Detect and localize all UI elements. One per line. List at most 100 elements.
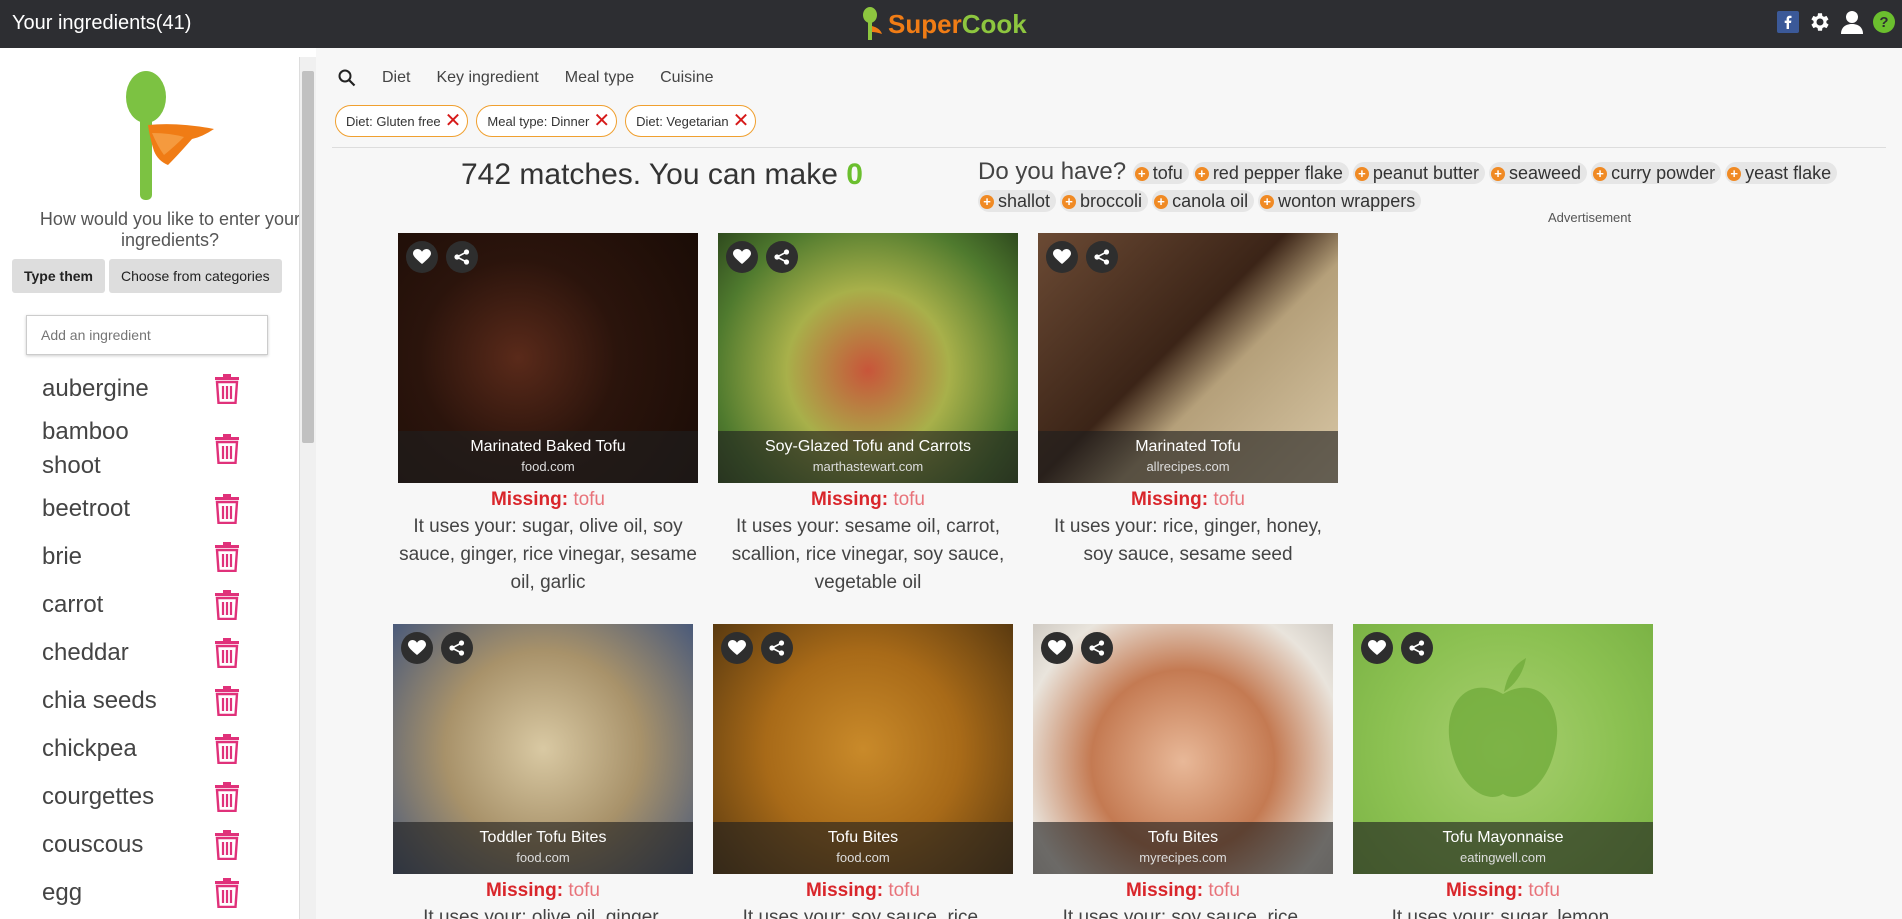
facebook-icon[interactable]	[1776, 10, 1800, 34]
delete-ingredient-icon[interactable]	[214, 590, 240, 620]
suggestion-chip[interactable]: + seaweed	[1489, 162, 1588, 184]
scrollbar-thumb[interactable]	[302, 71, 314, 443]
share-icon[interactable]	[1086, 241, 1118, 273]
delete-ingredient-icon[interactable]	[214, 830, 240, 860]
suggestion-chip[interactable]: + canola oil	[1152, 190, 1255, 212]
delete-ingredient-icon[interactable]	[214, 878, 240, 908]
choose-from-categories-button[interactable]: Choose from categories	[108, 259, 282, 293]
type-them-button[interactable]: Type them	[12, 259, 105, 293]
ingredient-item: aubergine	[42, 365, 262, 413]
favorite-heart-icon[interactable]	[1361, 632, 1393, 664]
recipe-card[interactable]: Soy-Glazed Tofu and Carrots marthastewart…	[718, 233, 1018, 597]
suggestion-chip[interactable]: + shallot	[978, 190, 1057, 212]
delete-ingredient-icon[interactable]	[214, 434, 240, 464]
recipe-card[interactable]: Tofu Bites food.com Missing: tofu It uses y…	[713, 624, 1013, 919]
suggestion-chip[interactable]: + yeast flake	[1725, 162, 1838, 184]
suggestion-chip[interactable]: + curry powder	[1591, 162, 1722, 184]
favorite-heart-icon[interactable]	[1046, 241, 1078, 273]
ingredient-name: courgettes	[42, 783, 155, 810]
remove-filter-icon[interactable]: ✕	[445, 111, 462, 131]
suggestion-chip[interactable]: + wonton wrappers	[1258, 190, 1422, 212]
filter-chip[interactable]: Diet: Gluten free ✕	[335, 105, 469, 137]
recipe-card[interactable]: Marinated Baked Tofu food.com Missing: tof…	[398, 233, 698, 597]
recipe-card[interactable]: Tofu Bites myrecipes.com Missing: tofu It u…	[1033, 624, 1333, 919]
recipe-title[interactable]: Tofu Bites	[713, 829, 1013, 847]
recipe-card[interactable]: Marinated Tofu allrecipes.com Missing: tof…	[1038, 233, 1338, 569]
suggestion-chip[interactable]: + red pepper flake	[1192, 162, 1349, 184]
delete-ingredient-icon[interactable]	[214, 734, 240, 764]
recipe-image[interactable]: Tofu Bites food.com	[713, 624, 1013, 874]
suggestion-label: wonton wrappers	[1278, 191, 1416, 211]
sidebar-scrollbar[interactable]	[300, 57, 316, 919]
recipe-card[interactable]: Tofu Mayonnaise eatingwell.com Missing: to…	[1353, 624, 1653, 919]
delete-ingredient-icon[interactable]	[214, 686, 240, 716]
suggestion-chip[interactable]: + tofu	[1132, 162, 1189, 184]
remove-filter-icon[interactable]: ✕	[733, 111, 750, 131]
missing-label: Missing:	[810, 489, 889, 510]
supercook-logo[interactable]: SuperCook	[860, 6, 1027, 42]
gear-icon[interactable]	[1808, 10, 1832, 34]
share-icon[interactable]	[441, 632, 473, 664]
recipe-image[interactable]: Tofu Bites myrecipes.com	[1033, 624, 1333, 874]
favorite-heart-icon[interactable]	[721, 632, 753, 664]
suggestion-chip[interactable]: + broccoli	[1060, 190, 1149, 212]
recipe-image[interactable]: Marinated Baked Tofu food.com	[398, 233, 698, 483]
sprout-logo-icon	[863, 7, 882, 40]
suggestion-label: tofu	[1152, 163, 1183, 183]
recipe-title[interactable]: Soy-Glazed Tofu and Carrots	[718, 438, 1018, 456]
favorite-heart-icon[interactable]	[1041, 632, 1073, 664]
add-ingredient-input[interactable]	[26, 315, 268, 355]
filter-tab-key-ingredient[interactable]: Key ingredient	[436, 69, 538, 87]
remove-filter-icon[interactable]: ✕	[593, 111, 610, 131]
missing-line: Missing: tofu	[393, 880, 693, 902]
recipe-image[interactable]: Tofu Mayonnaise eatingwell.com	[1353, 624, 1653, 874]
filter-chip-label: Meal type: Dinner	[487, 113, 590, 129]
filter-chip[interactable]: Diet: Vegetarian ✕	[625, 105, 757, 137]
recipe-card[interactable]: Toddler Tofu Bites food.com Missing: tofu I…	[393, 624, 693, 919]
user-icon[interactable]	[1840, 10, 1864, 34]
ingredient-name: aubergine	[42, 375, 149, 402]
recipe-title[interactable]: Marinated Baked Tofu	[398, 438, 698, 456]
delete-ingredient-icon[interactable]	[214, 374, 240, 404]
do-you-have-suggestions: Do you have? + tofu + red pepper flake + pean…	[978, 158, 1878, 214]
recipe-caption: Tofu Bites food.com	[713, 822, 1013, 874]
matches-summary: 742 matches. You can make 0	[461, 158, 863, 192]
share-icon[interactable]	[1081, 632, 1113, 664]
share-icon[interactable]	[446, 241, 478, 273]
add-icon: +	[1491, 167, 1505, 181]
recipe-title[interactable]: Toddler Tofu Bites	[393, 829, 693, 847]
recipe-source: eatingwell.com	[1460, 850, 1546, 865]
recipe-source: marthastewart.com	[812, 459, 924, 474]
search-icon[interactable]	[338, 69, 356, 87]
missing-label: Missing:	[1125, 880, 1204, 901]
delete-ingredient-icon[interactable]	[214, 494, 240, 524]
recipe-image[interactable]: Toddler Tofu Bites food.com	[393, 624, 693, 874]
delete-ingredient-icon[interactable]	[214, 542, 240, 572]
recipe-image[interactable]: Marinated Tofu allrecipes.com	[1038, 233, 1338, 483]
recipe-source: myrecipes.com	[1139, 850, 1227, 865]
filter-tab-cuisine[interactable]: Cuisine	[660, 69, 713, 87]
suggestion-chip[interactable]: + peanut butter	[1352, 162, 1485, 184]
recipe-image[interactable]: Soy-Glazed Tofu and Carrots marthastewart…	[718, 233, 1018, 483]
filter-bar: Diet Key ingredient Meal type Cuisine	[338, 58, 713, 98]
filter-tab-diet[interactable]: Diet	[382, 69, 410, 87]
help-icon[interactable]: ?	[1872, 10, 1896, 34]
filter-tab-meal-type[interactable]: Meal type	[565, 69, 634, 87]
delete-ingredient-icon[interactable]	[214, 782, 240, 812]
recipe-title[interactable]: Marinated Tofu	[1038, 438, 1338, 456]
share-icon[interactable]	[761, 632, 793, 664]
filter-chip[interactable]: Meal type: Dinner ✕	[476, 105, 618, 137]
favorite-heart-icon[interactable]	[401, 632, 433, 664]
delete-ingredient-icon[interactable]	[214, 638, 240, 668]
ingredient-name: chia seeds	[42, 687, 157, 714]
recipe-title[interactable]: Tofu Bites	[1033, 829, 1333, 847]
favorite-heart-icon[interactable]	[726, 241, 758, 273]
share-icon[interactable]	[766, 241, 798, 273]
missing-ingredient: tofu	[1213, 489, 1246, 510]
filter-chip-label: Diet: Gluten free	[346, 113, 441, 129]
share-icon[interactable]	[1401, 632, 1433, 664]
uses-ingredients: It uses your: sugar, olive oil, soy sauc…	[399, 516, 697, 593]
favorite-heart-icon[interactable]	[406, 241, 438, 273]
brand-super: Super	[888, 8, 962, 39]
recipe-title[interactable]: Tofu Mayonnaise	[1353, 829, 1653, 847]
